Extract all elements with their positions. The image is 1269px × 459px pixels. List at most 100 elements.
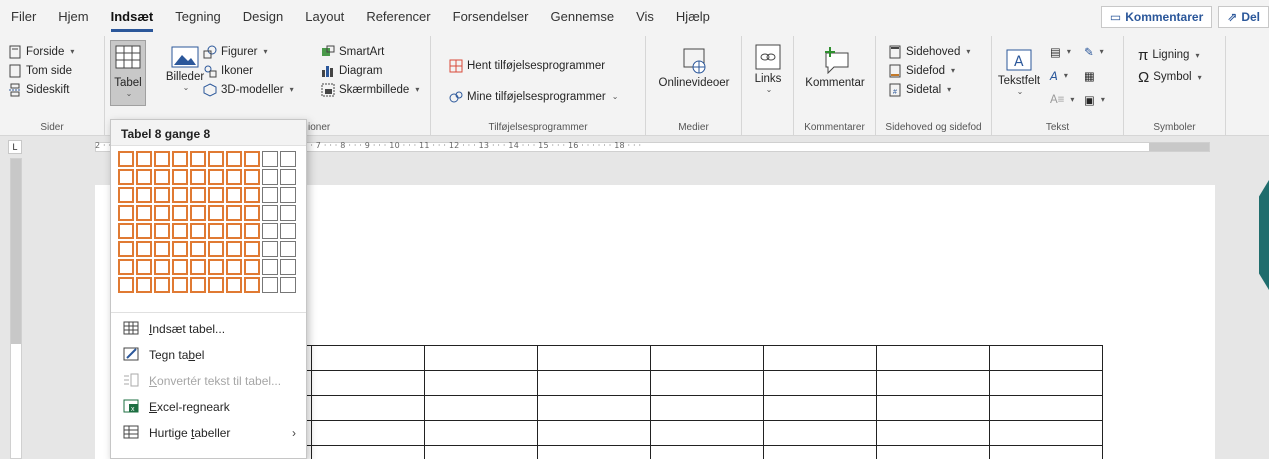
grid-cell[interactable] <box>280 151 296 167</box>
grid-cell[interactable] <box>154 205 170 221</box>
table-cell[interactable] <box>989 420 1103 446</box>
grid-cell[interactable] <box>262 241 278 257</box>
table-cell[interactable] <box>537 395 651 421</box>
tab-design[interactable]: Design <box>232 0 294 36</box>
grid-cell[interactable] <box>118 151 134 167</box>
table-cell[interactable] <box>650 445 764 459</box>
tab-tegning[interactable]: Tegning <box>164 0 232 36</box>
tab-hjem[interactable]: Hjem <box>47 0 99 36</box>
grid-cell[interactable] <box>226 223 242 239</box>
grid-cell[interactable] <box>244 241 260 257</box>
grid-cell[interactable] <box>118 223 134 239</box>
grid-cell[interactable] <box>262 205 278 221</box>
grid-cell[interactable] <box>208 151 224 167</box>
grid-cell[interactable] <box>208 169 224 185</box>
grid-cell[interactable] <box>262 169 278 185</box>
vertical-ruler[interactable] <box>10 158 22 459</box>
table-cell[interactable] <box>424 345 538 371</box>
page-break-button[interactable]: Sideskift <box>8 80 74 99</box>
grid-cell[interactable] <box>154 223 170 239</box>
grid-cell[interactable] <box>190 223 206 239</box>
pictures-button[interactable]: Billeder ⌄ <box>165 46 205 92</box>
table-cell[interactable] <box>650 420 764 446</box>
links-button[interactable]: Links ⌄ <box>750 44 786 94</box>
grid-cell[interactable] <box>262 277 278 293</box>
grid-cell[interactable] <box>244 277 260 293</box>
grid-cell[interactable] <box>280 223 296 239</box>
textbox-button[interactable]: A Tekstfelt ⌄ <box>998 48 1040 96</box>
table-cell[interactable] <box>763 395 877 421</box>
grid-cell[interactable] <box>208 205 224 221</box>
table-button[interactable]: Tabel ⌄ <box>110 40 146 106</box>
table-cell[interactable] <box>989 395 1103 421</box>
table-cell[interactable] <box>537 445 651 459</box>
new-comment-button[interactable]: Kommentar <box>800 46 870 89</box>
grid-cell[interactable] <box>208 187 224 203</box>
grid-cell[interactable] <box>118 205 134 221</box>
header-button[interactable]: Sidehoved ▾ <box>888 42 970 61</box>
convert-text-to-table-item[interactable]: Konvertér tekst til tabel... <box>111 368 306 394</box>
smartart-button[interactable]: SmartArt <box>321 42 419 61</box>
table-cell[interactable] <box>650 395 764 421</box>
tab-hjaelp[interactable]: Hjælp <box>665 0 721 36</box>
grid-cell[interactable] <box>190 151 206 167</box>
online-videos-button[interactable]: Onlinevideoer <box>654 48 734 89</box>
table-cell[interactable] <box>989 345 1103 371</box>
signature-line-icon[interactable]: A≡ ▾ <box>1050 90 1084 109</box>
grid-cell[interactable] <box>172 223 188 239</box>
tab-gennemse[interactable]: Gennemse <box>540 0 626 36</box>
grid-cell[interactable] <box>154 259 170 275</box>
grid-cell[interactable] <box>136 169 152 185</box>
excel-spreadsheet-item[interactable]: x Excel-regneark <box>111 394 306 420</box>
grid-cell[interactable] <box>172 151 188 167</box>
grid-cell[interactable] <box>244 151 260 167</box>
grid-cell[interactable] <box>154 151 170 167</box>
grid-cell[interactable] <box>226 259 242 275</box>
grid-cell[interactable] <box>280 205 296 221</box>
grid-cell[interactable] <box>190 169 206 185</box>
grid-cell[interactable] <box>190 259 206 275</box>
grid-cell[interactable] <box>118 259 134 275</box>
grid-cell[interactable] <box>208 241 224 257</box>
comments-button[interactable]: ▭ Kommentarer <box>1100 6 1213 28</box>
page-number-button[interactable]: # Sidetal ▾ <box>888 80 970 99</box>
footer-button[interactable]: Sidefod ▾ <box>888 61 970 80</box>
3d-models-button[interactable]: 3D-modeller ▾ <box>203 80 294 99</box>
table-cell[interactable] <box>763 345 877 371</box>
date-time-icon[interactable]: ▦ <box>1084 66 1118 85</box>
table-cell[interactable] <box>311 370 425 396</box>
get-addins-button[interactable]: Hent tilføjelsesprogrammer <box>449 56 618 75</box>
grid-cell[interactable] <box>136 259 152 275</box>
tab-selector[interactable]: L <box>8 140 22 154</box>
tab-forsendelser[interactable]: Forsendelser <box>442 0 540 36</box>
grid-cell[interactable] <box>208 277 224 293</box>
grid-cell[interactable] <box>172 277 188 293</box>
grid-cell[interactable] <box>226 277 242 293</box>
grid-cell[interactable] <box>118 277 134 293</box>
grid-cell[interactable] <box>244 205 260 221</box>
grid-cell[interactable] <box>190 277 206 293</box>
table-cell[interactable] <box>311 445 425 459</box>
table-cell[interactable] <box>989 370 1103 396</box>
table-cell[interactable] <box>763 370 877 396</box>
grid-cell[interactable] <box>244 187 260 203</box>
grid-cell[interactable] <box>280 277 296 293</box>
object-icon[interactable]: ▣ ▾ <box>1084 90 1118 109</box>
grid-cell[interactable] <box>136 205 152 221</box>
share-button[interactable]: ⇗ Del <box>1218 6 1269 28</box>
tab-vis[interactable]: Vis <box>625 0 665 36</box>
grid-cell[interactable] <box>172 205 188 221</box>
tab-layout[interactable]: Layout <box>294 0 355 36</box>
grid-cell[interactable] <box>208 259 224 275</box>
icons-button[interactable]: Ikoner <box>203 61 294 80</box>
table-cell[interactable] <box>876 420 990 446</box>
table-cell[interactable] <box>424 370 538 396</box>
table-cell[interactable] <box>650 370 764 396</box>
grid-cell[interactable] <box>154 187 170 203</box>
grid-cell[interactable] <box>118 187 134 203</box>
grid-cell[interactable] <box>262 151 278 167</box>
table-size-grid[interactable] <box>117 150 297 294</box>
quick-parts-icon[interactable]: ▤ ▾ <box>1050 42 1084 61</box>
grid-cell[interactable] <box>226 187 242 203</box>
grid-cell[interactable] <box>226 205 242 221</box>
